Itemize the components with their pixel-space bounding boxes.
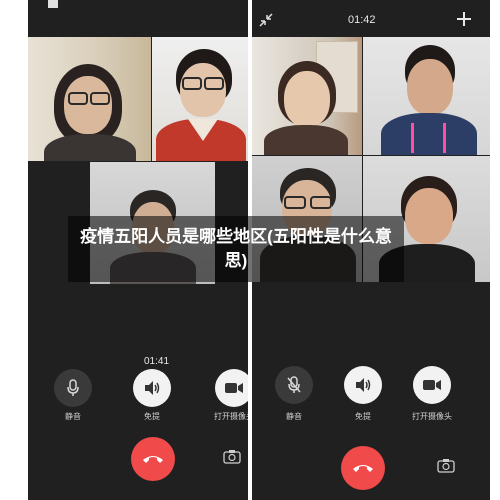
shrink-arrows-icon — [259, 13, 273, 27]
left-top-bar — [28, 0, 248, 36]
speaker-button[interactable] — [133, 369, 171, 407]
participant-video — [40, 62, 140, 161]
plus-icon — [457, 12, 471, 26]
switch-camera-button[interactable] — [437, 458, 455, 474]
participant-tile-2[interactable] — [152, 37, 248, 161]
status-bar-icon — [48, 0, 58, 8]
call-timer: 01:41 — [144, 356, 170, 367]
camera-switch-icon — [437, 459, 455, 473]
participant-video — [377, 43, 477, 155]
participant-video — [152, 45, 248, 161]
microphone-muted-icon — [287, 376, 301, 393]
mute-button[interactable] — [275, 366, 313, 404]
camera-button[interactable] — [413, 366, 451, 404]
video-camera-icon — [423, 380, 441, 390]
hang-up-button[interactable] — [341, 446, 385, 490]
speaker-icon — [356, 378, 371, 392]
speaker-label: 免提 — [355, 412, 371, 421]
participant-tile-1[interactable] — [252, 37, 362, 155]
video-camera-icon — [225, 383, 243, 393]
article-title-overlay: 疫情五阳人员是哪些地区(五阳性是什么意思) — [68, 216, 404, 282]
participant-tile-1[interactable] — [28, 37, 151, 161]
minimize-button[interactable] — [258, 12, 274, 28]
mute-label: 静音 — [286, 412, 302, 421]
microphone-icon — [67, 379, 79, 396]
camera-label: 打开摄像头 — [412, 412, 452, 421]
speaker-button[interactable] — [344, 366, 382, 404]
phone-hangup-icon — [353, 465, 373, 472]
speaker-icon — [145, 381, 160, 395]
phone-hangup-icon — [143, 456, 163, 463]
mute-label: 静音 — [65, 412, 81, 421]
switch-camera-button[interactable] — [223, 449, 241, 465]
add-participant-button[interactable] — [456, 11, 472, 27]
camera-switch-icon — [223, 450, 241, 464]
camera-button[interactable] — [215, 369, 248, 407]
right-top-bar: 01:42 — [252, 0, 490, 36]
participant-video — [260, 59, 352, 155]
call-timer: 01:42 — [348, 14, 376, 26]
hang-up-button[interactable] — [131, 437, 175, 481]
participant-tile-2[interactable] — [363, 37, 490, 155]
camera-label: 打开摄像头 — [214, 412, 248, 421]
speaker-label: 免提 — [144, 412, 160, 421]
mute-button[interactable] — [54, 369, 92, 407]
